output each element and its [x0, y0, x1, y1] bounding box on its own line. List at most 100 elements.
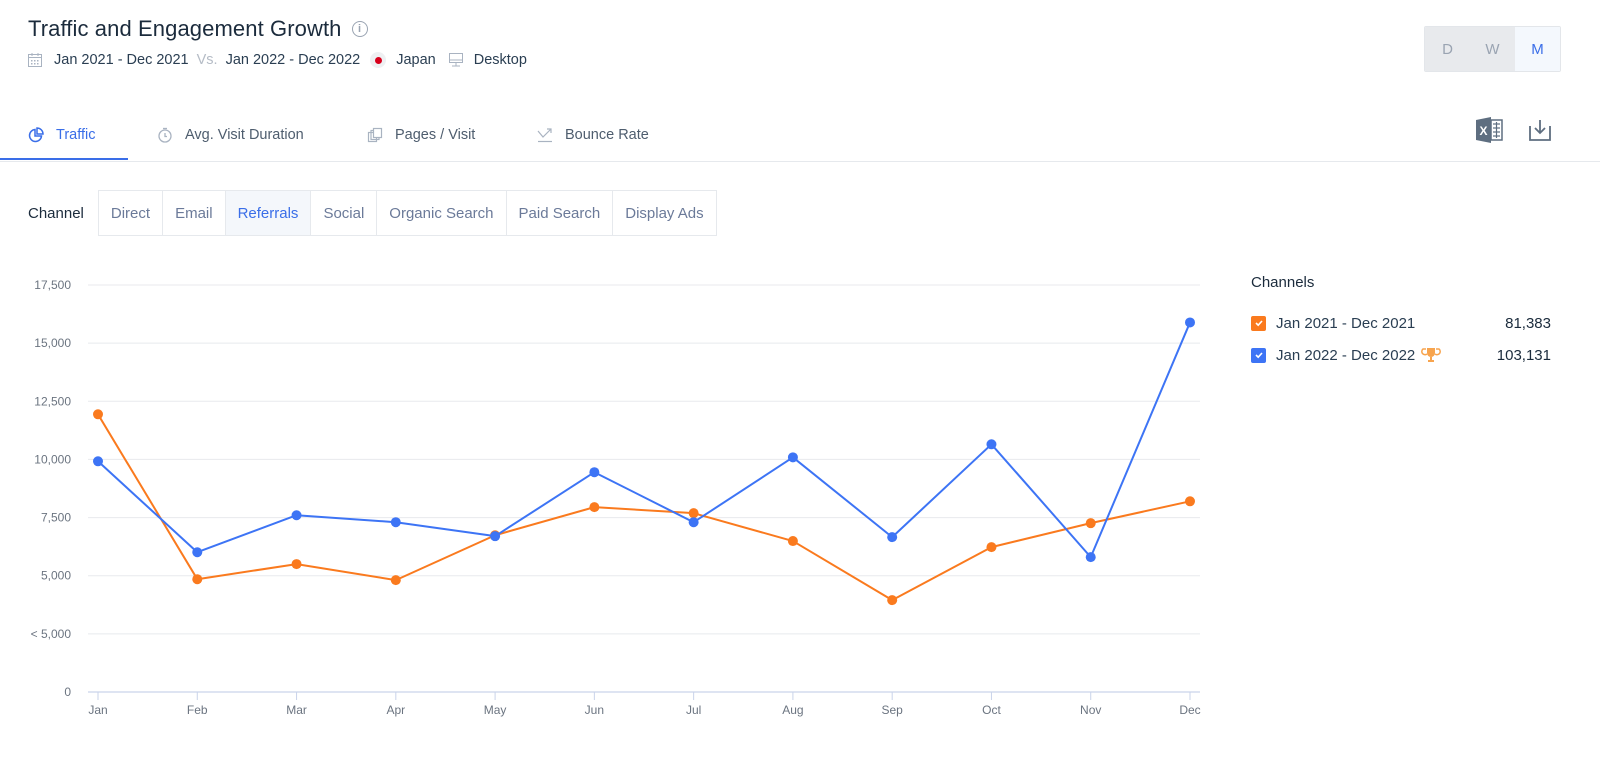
legend-value: 103,131: [1496, 346, 1551, 364]
filter-summary: Jan 2021 - Dec 2021 Vs. Jan 2022 - Dec 2…: [28, 52, 527, 68]
y-tick-label: 10,000: [34, 452, 71, 466]
page-title: Traffic and Engagement Growth: [28, 16, 342, 41]
x-tick-label: Aug: [782, 703, 803, 717]
trophy-icon: [1421, 348, 1442, 362]
y-tick-label: 12,500: [34, 394, 71, 408]
tab-bounce-rate-label: Bounce Rate: [565, 127, 649, 143]
data-point[interactable]: [192, 574, 203, 585]
active-tab-indicator: [0, 158, 128, 160]
data-point[interactable]: [986, 439, 997, 450]
metric-tabs: Traffic Avg. Visit Duration Pages / Visi…: [0, 110, 1600, 162]
data-point[interactable]: [589, 502, 600, 513]
device-label: Desktop: [473, 52, 527, 68]
data-point[interactable]: [986, 542, 997, 553]
bounce-icon: [537, 128, 552, 143]
download-icon[interactable]: [1528, 118, 1552, 142]
data-point[interactable]: [390, 517, 401, 528]
data-point[interactable]: [887, 532, 898, 543]
data-point[interactable]: [688, 508, 699, 519]
channel-email[interactable]: Email: [163, 191, 226, 235]
pie-chart-icon: [28, 127, 44, 143]
data-point[interactable]: [688, 517, 699, 528]
channel-display-ads[interactable]: Display Ads: [613, 191, 715, 235]
series-line-2021: [97, 413, 1191, 602]
data-point[interactable]: [887, 595, 898, 606]
desktop-icon: [448, 53, 463, 67]
x-tick-label: Jul: [686, 703, 701, 717]
data-point[interactable]: [1085, 518, 1096, 529]
data-point[interactable]: [1185, 496, 1195, 507]
channel-organic-search[interactable]: Organic Search: [377, 191, 507, 235]
tab-pages-visit[interactable]: Pages / Visit: [367, 110, 475, 160]
legend-label: Jan 2022 - Dec 2022: [1276, 346, 1416, 364]
channel-social[interactable]: Social: [311, 191, 378, 235]
channel-options: Direct Email Referrals Social Organic Se…: [97, 190, 717, 236]
x-tick-label: Sep: [882, 703, 904, 717]
data-point[interactable]: [787, 452, 798, 463]
tab-pages-visit-label: Pages / Visit: [395, 127, 476, 143]
x-tick-label: Mar: [286, 703, 307, 717]
tab-bounce-rate[interactable]: Bounce Rate: [537, 110, 649, 160]
data-point[interactable]: [1185, 317, 1195, 328]
tab-avg-visit-duration[interactable]: Avg. Visit Duration: [157, 110, 304, 160]
channel-referrals[interactable]: Referrals: [225, 191, 312, 235]
y-tick-label: < 5,000: [31, 627, 72, 641]
x-tick-label: Feb: [187, 703, 208, 717]
checkbox-checked-icon[interactable]: [1251, 315, 1266, 331]
data-point[interactable]: [93, 456, 103, 467]
tab-traffic-label: Traffic: [56, 127, 96, 143]
data-point[interactable]: [192, 547, 203, 558]
data-point[interactable]: [291, 510, 302, 521]
x-tick-label: Oct: [982, 703, 1001, 717]
legend-title: Channels: [1251, 274, 1315, 291]
legend-label: Jan 2021 - Dec 2021: [1276, 314, 1416, 332]
y-tick-label: 0: [64, 685, 71, 699]
granularity-month-button[interactable]: M: [1515, 27, 1560, 71]
x-tick-label: Nov: [1080, 703, 1101, 717]
period-b: Jan 2022 - Dec 2022: [225, 52, 361, 68]
data-point[interactable]: [490, 531, 501, 542]
period-a: Jan 2021 - Dec 2021: [54, 52, 189, 68]
japan-flag-icon: [370, 52, 387, 68]
granularity-toggle: D W M: [1424, 26, 1561, 72]
svg-text:X: X: [1479, 124, 1487, 138]
x-tick-label: Jun: [585, 703, 604, 717]
data-point[interactable]: [589, 467, 600, 478]
y-tick-label: 5,000: [41, 569, 71, 583]
tab-avg-visit-duration-label: Avg. Visit Duration: [185, 127, 304, 143]
calendar-icon: [28, 53, 42, 67]
legend-value: 81,383: [1505, 314, 1551, 332]
channel-selector: Channel Direct Email Referrals Social Or…: [28, 190, 717, 236]
tab-traffic[interactable]: Traffic: [28, 110, 95, 160]
y-tick-label: 17,500: [34, 278, 71, 292]
vs-label: Vs.: [196, 52, 218, 68]
data-point[interactable]: [787, 536, 798, 547]
data-point[interactable]: [390, 575, 401, 586]
y-tick-label: 15,000: [34, 336, 71, 350]
x-tick-label: Jan: [88, 703, 107, 717]
stopwatch-icon: [158, 127, 172, 143]
excel-export-icon[interactable]: X: [1476, 117, 1504, 143]
x-tick-label: May: [484, 703, 507, 717]
channel-paid-search[interactable]: Paid Search: [507, 191, 614, 235]
granularity-week-button[interactable]: W: [1470, 27, 1515, 71]
traffic-line-chart: 0 < 5,000 5,000 7,500 10,000 12,500 15,000 17,5…: [31, 278, 1201, 717]
data-point[interactable]: [291, 559, 302, 570]
country-label: Japan: [396, 52, 436, 68]
x-tick-label: Apr: [386, 703, 405, 717]
x-tick-label: Dec: [1179, 703, 1200, 717]
chart-legend: Channels Jan 2021 - Dec 2021 81,383 Jan …: [1251, 274, 1551, 371]
widget-header: Traffic and Engagement Growth i Jan 2021…: [28, 16, 527, 68]
data-point[interactable]: [1085, 552, 1096, 563]
checkbox-checked-icon[interactable]: [1251, 347, 1266, 363]
granularity-day-button[interactable]: D: [1425, 27, 1470, 71]
legend-item-2022[interactable]: Jan 2022 - Dec 2022 103,131: [1251, 339, 1551, 371]
data-point[interactable]: [93, 409, 103, 420]
channel-label: Channel: [28, 204, 84, 222]
info-icon[interactable]: i: [351, 21, 368, 37]
channel-direct[interactable]: Direct: [99, 191, 164, 235]
y-tick-label: 7,500: [41, 511, 71, 525]
legend-item-2021[interactable]: Jan 2021 - Dec 2021 81,383: [1251, 307, 1551, 339]
pages-icon: [367, 127, 383, 143]
series-line-2022: [97, 322, 1191, 559]
